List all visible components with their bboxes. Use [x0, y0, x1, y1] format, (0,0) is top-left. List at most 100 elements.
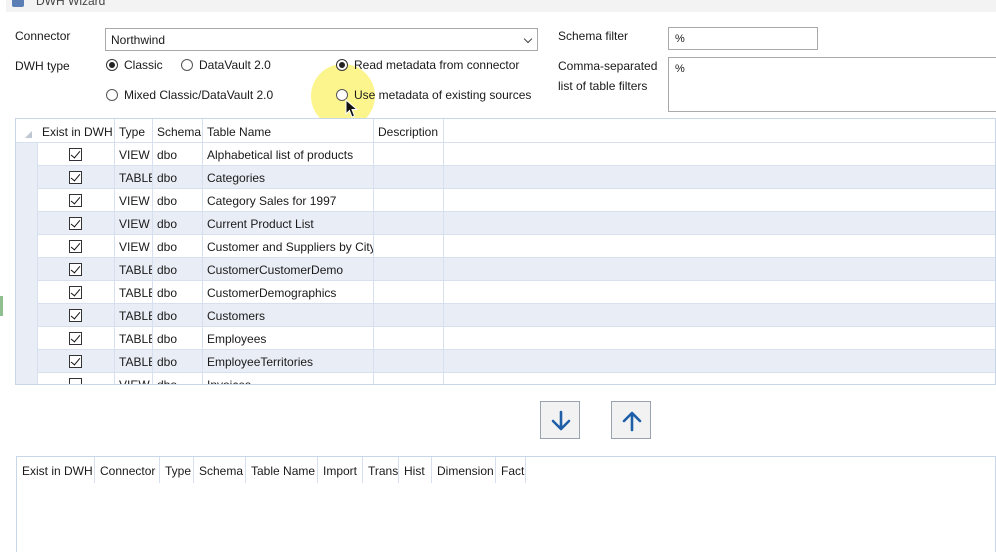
col-exist-in-dwh[interactable]: Exist in DWH [17, 457, 95, 483]
cell-description [374, 143, 444, 166]
row-header[interactable] [16, 235, 38, 258]
col-schema[interactable]: Schema [153, 119, 203, 143]
exist-in-dwh-checkbox[interactable] [69, 355, 82, 368]
col-schema[interactable]: Schema [194, 457, 246, 483]
cell-table-name: Current Product List [203, 212, 374, 235]
row-header[interactable] [16, 350, 38, 373]
exist-in-dwh-checkbox[interactable] [69, 332, 82, 345]
row-header[interactable] [16, 189, 38, 212]
table-row[interactable]: TABLE dbo CustomerCustomerDemo [16, 258, 995, 281]
cell-description [374, 235, 444, 258]
cell-type: TABLE [115, 258, 153, 281]
connector-value: Northwind [111, 33, 166, 47]
cell-type: VIEW [115, 189, 153, 212]
cell-description [374, 327, 444, 350]
cell-schema: dbo [153, 166, 203, 189]
col-connector[interactable]: Connector [95, 457, 160, 483]
radio-classic-label: Classic [124, 58, 163, 72]
cell-type: VIEW [115, 235, 153, 258]
cell-description [374, 281, 444, 304]
cell-schema: dbo [153, 143, 203, 166]
cell-schema: dbo [153, 281, 203, 304]
table-row[interactable]: TABLE dbo CustomerDemographics [16, 281, 995, 304]
table-row[interactable]: TABLE dbo Customers [16, 304, 995, 327]
cell-exist-in-dwh [38, 166, 115, 189]
cell-table-name: Alphabetical list of products [203, 143, 374, 166]
col-description[interactable]: Description [374, 119, 444, 143]
cell-description [374, 212, 444, 235]
radio-classic-circle[interactable] [106, 59, 118, 71]
radio-read-metadata-circle[interactable] [336, 59, 348, 71]
cell-exist-in-dwh [38, 350, 115, 373]
table-row[interactable]: VIEW dbo Customer and Suppliers by City [16, 235, 995, 258]
target-table-grid[interactable]: Exist in DWH Connector Type Schema Table… [16, 456, 996, 552]
radio-mixed-circle[interactable] [106, 89, 118, 101]
cell-exist-in-dwh [38, 189, 115, 212]
cell-description [374, 189, 444, 212]
row-header[interactable] [16, 327, 38, 350]
col-table-name[interactable]: Table Name [203, 119, 374, 143]
cell-exist-in-dwh [38, 235, 115, 258]
exist-in-dwh-checkbox[interactable] [69, 148, 82, 161]
table-filters-label-line1: Comma-separated [558, 59, 658, 73]
connector-label: Connector [15, 29, 71, 43]
row-header[interactable] [16, 281, 38, 304]
col-table-name[interactable]: Table Name [246, 457, 318, 483]
exist-in-dwh-checkbox[interactable] [69, 194, 82, 207]
table-row[interactable]: VIEW dbo Category Sales for 1997 [16, 189, 995, 212]
cell-description [374, 373, 444, 384]
table-row[interactable]: VIEW dbo Current Product List [16, 212, 995, 235]
cell-type: VIEW [115, 212, 153, 235]
col-exist-in-dwh[interactable]: Exist in DWH [38, 119, 115, 143]
select-all-corner[interactable] [25, 131, 32, 138]
dwh-type-label: DWH type [15, 59, 70, 73]
exist-in-dwh-checkbox[interactable] [69, 240, 82, 253]
exist-in-dwh-checkbox[interactable] [69, 309, 82, 322]
radio-datavault-circle[interactable] [181, 59, 193, 71]
col-import[interactable]: Import [318, 457, 363, 483]
col-hist[interactable]: Hist [399, 457, 432, 483]
table-row[interactable]: TABLE dbo EmployeeTerritories [16, 350, 995, 373]
schema-filter-label: Schema filter [558, 29, 629, 43]
col-type[interactable]: Type [115, 119, 153, 143]
col-trans[interactable]: Trans [363, 457, 399, 483]
exist-in-dwh-checkbox[interactable] [69, 171, 82, 184]
move-up-button[interactable] [611, 401, 651, 439]
cell-table-name: Category Sales for 1997 [203, 189, 374, 212]
exist-in-dwh-checkbox[interactable] [69, 378, 82, 384]
row-header[interactable] [16, 212, 38, 235]
cell-table-name: Employees [203, 327, 374, 350]
row-header[interactable] [16, 304, 38, 327]
table-row[interactable]: TABLE dbo Categories [16, 166, 995, 189]
app-icon [12, 0, 24, 7]
cell-description [374, 258, 444, 281]
source-table-grid[interactable]: Exist in DWH Type Schema Table Name Desc… [15, 118, 996, 385]
col-dimension[interactable]: Dimension [432, 457, 496, 483]
cell-schema: dbo [153, 235, 203, 258]
cell-type: TABLE [115, 166, 153, 189]
row-header[interactable] [16, 143, 38, 166]
connector-select[interactable]: Northwind [105, 28, 538, 51]
exist-in-dwh-checkbox[interactable] [69, 217, 82, 230]
table-filters-label-line2: list of table filters [558, 79, 648, 93]
table-row[interactable]: VIEW dbo Alphabetical list of products [16, 143, 995, 166]
cell-table-name: CustomerDemographics [203, 281, 374, 304]
col-fact[interactable]: Fact [496, 457, 526, 483]
move-down-button[interactable] [540, 401, 580, 439]
exist-in-dwh-checkbox[interactable] [69, 263, 82, 276]
cell-type: TABLE [115, 327, 153, 350]
col-type[interactable]: Type [160, 457, 194, 483]
schema-filter-input[interactable]: % [668, 27, 818, 50]
row-header[interactable] [16, 166, 38, 189]
schema-filter-value: % [675, 33, 685, 45]
exist-in-dwh-checkbox[interactable] [69, 286, 82, 299]
table-filters-input[interactable]: % [668, 57, 996, 112]
chevron-down-icon [523, 34, 533, 44]
cell-schema: dbo [153, 189, 203, 212]
cell-exist-in-dwh [38, 327, 115, 350]
table-row[interactable]: VIEW dbo Invoices [16, 373, 995, 384]
row-header[interactable] [16, 373, 38, 384]
table-row[interactable]: TABLE dbo Employees [16, 327, 995, 350]
row-header[interactable] [16, 258, 38, 281]
cell-type: VIEW [115, 143, 153, 166]
